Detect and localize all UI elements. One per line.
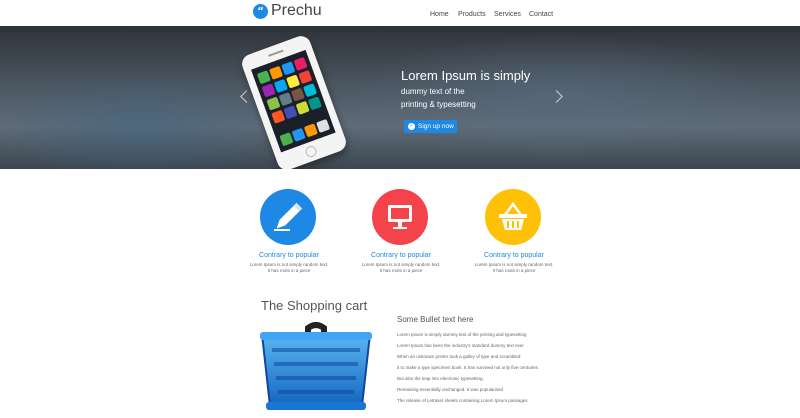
bullet-item: Lorem Ipsum has been the industry's stan… bbox=[397, 343, 524, 348]
bullet-item: The release of Letraset sheets containin… bbox=[397, 398, 528, 403]
nav-services[interactable]: Services bbox=[494, 11, 521, 18]
nav-home[interactable]: Home bbox=[430, 11, 449, 18]
phone-image bbox=[239, 33, 349, 169]
check-circle-icon: ✓ bbox=[408, 123, 415, 130]
phone-screen bbox=[251, 49, 336, 153]
monitor-icon bbox=[388, 205, 412, 229]
pencil-icon bbox=[274, 202, 303, 231]
phone-speaker bbox=[268, 49, 284, 57]
feature-2-text-line1: Lorem Ipsum is not simply random text. bbox=[361, 262, 441, 267]
feature-3-text-line1: Lorem Ipsum is not simply random text. bbox=[474, 262, 554, 267]
feature-1-text-line2: It has roots in a piece bbox=[267, 268, 311, 273]
feature-3-text-line2: It has roots in a piece bbox=[492, 268, 536, 273]
feature-pencil[interactable] bbox=[260, 189, 316, 245]
bullet-item: But also the leap into electronic typese… bbox=[397, 376, 484, 381]
feature-basket[interactable] bbox=[485, 189, 541, 245]
bullet-item: it to make a type specimen book. It has … bbox=[397, 365, 538, 370]
logo-text[interactable]: Prechu bbox=[271, 2, 322, 20]
feature-monitor[interactable] bbox=[372, 189, 428, 245]
site-header: “ Prechu Home Products Services Contact bbox=[0, 0, 800, 26]
signup-button[interactable]: ✓ Sign up now bbox=[404, 120, 457, 133]
chevron-right-icon[interactable] bbox=[550, 90, 563, 103]
bullets-heading: Some Bullet text here bbox=[397, 315, 474, 324]
bullet-item: Remaining essentially unchanged. It was … bbox=[397, 387, 504, 392]
phone-home-button bbox=[304, 144, 319, 159]
feature-2-text-line2: It has roots in a piece bbox=[379, 268, 423, 273]
bullet-item: Lorem Ipsum is simply dummy text of the … bbox=[397, 332, 527, 337]
nav-contact[interactable]: Contact bbox=[529, 11, 553, 18]
signup-button-label: Sign up now bbox=[418, 123, 454, 130]
hero-banner: Lorem Ipsum is simply dummy text of the … bbox=[0, 26, 800, 169]
nav-products[interactable]: Products bbox=[458, 11, 486, 18]
bullet-item: When an unknown printer took a galley of… bbox=[397, 354, 521, 359]
hero-title: Lorem Ipsum is simply bbox=[401, 68, 531, 83]
hero-subtitle-line2: printing & typesetting bbox=[401, 100, 476, 109]
feature-2-title: Contrary to popular bbox=[371, 252, 431, 259]
basket-icon bbox=[499, 201, 527, 230]
quote-icon[interactable]: “ bbox=[253, 4, 268, 19]
shopping-basket-icon bbox=[260, 322, 372, 410]
hero-subtitle-line1: dummy text of the bbox=[401, 87, 465, 96]
feature-1-text-line1: Lorem Ipsum is not simply random text. bbox=[249, 262, 329, 267]
feature-3-title: Contrary to popular bbox=[484, 252, 544, 259]
feature-1-title: Contrary to popular bbox=[259, 252, 319, 259]
cart-section-title: The Shopping cart bbox=[261, 298, 368, 313]
